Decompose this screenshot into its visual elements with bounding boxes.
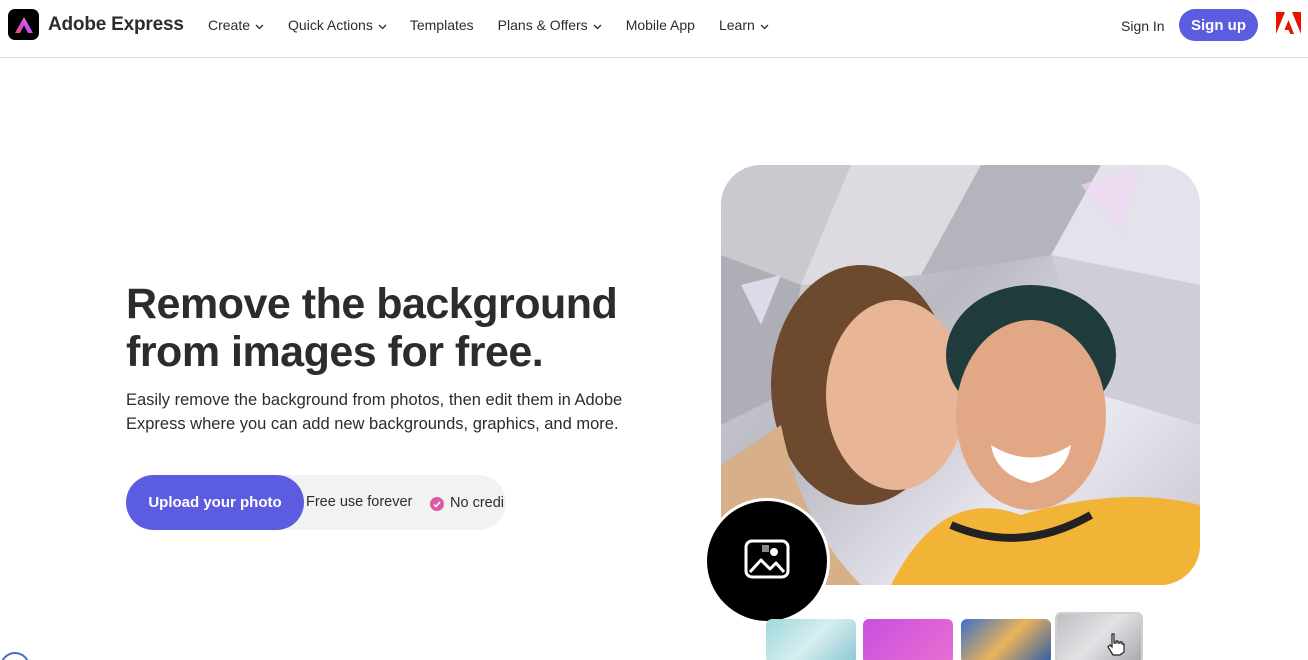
hero-title: Remove the background from images for fr… xyxy=(126,280,618,376)
main-nav: Create Quick Actions Templates Plans & O… xyxy=(208,17,769,33)
chevron-down-icon xyxy=(760,17,769,33)
nav-templates[interactable]: Templates xyxy=(410,17,474,33)
adobe-express-logo-icon xyxy=(8,9,39,40)
nav-learn[interactable]: Learn xyxy=(719,17,769,33)
nav-label: Create xyxy=(208,17,251,33)
sign-in-link[interactable]: Sign In xyxy=(1121,18,1165,34)
sign-up-button[interactable]: Sign up xyxy=(1179,9,1258,41)
adobe-logo-icon[interactable] xyxy=(1276,12,1301,39)
nav-label: Plans & Offers xyxy=(497,17,588,33)
upload-photo-button[interactable]: Upload your photo xyxy=(126,475,304,530)
check-circle-icon xyxy=(430,497,444,511)
example-thumbnail[interactable] xyxy=(961,619,1051,660)
brand-name: Adobe Express xyxy=(48,13,184,35)
nav-label: Learn xyxy=(718,17,755,33)
accessibility-badge[interactable] xyxy=(0,652,30,660)
chevron-down-icon xyxy=(255,17,264,33)
example-thumbnail-selected[interactable] xyxy=(1055,612,1143,660)
nav-create[interactable]: Create xyxy=(208,17,264,33)
nav-label: Quick Actions xyxy=(288,17,373,33)
site-header: Adobe Express Create Quick Actions Templ… xyxy=(0,0,1308,58)
nav-plans-offers[interactable]: Plans & Offers xyxy=(498,17,602,33)
feature-free-use: Free use forever xyxy=(306,494,413,510)
feature-no-credit: No credi xyxy=(450,495,504,511)
nav-mobile-app[interactable]: Mobile App xyxy=(626,17,695,33)
hero-subtitle: Easily remove the background from photos… xyxy=(126,391,623,433)
chevron-down-icon xyxy=(378,17,387,33)
feature-no-credit-wrap: No credi xyxy=(450,494,505,512)
example-thumbnail[interactable] xyxy=(863,619,953,660)
example-thumbnail[interactable] xyxy=(766,619,856,660)
nav-label: Mobile App xyxy=(625,17,695,33)
brand-link[interactable]: Adobe Express xyxy=(8,9,184,40)
hand-pointer-icon xyxy=(1105,632,1127,660)
image-tool-button[interactable] xyxy=(704,498,830,624)
chevron-down-icon xyxy=(593,17,602,33)
nav-label: Templates xyxy=(409,17,474,33)
nav-quick-actions[interactable]: Quick Actions xyxy=(288,17,387,33)
image-icon xyxy=(744,539,790,584)
